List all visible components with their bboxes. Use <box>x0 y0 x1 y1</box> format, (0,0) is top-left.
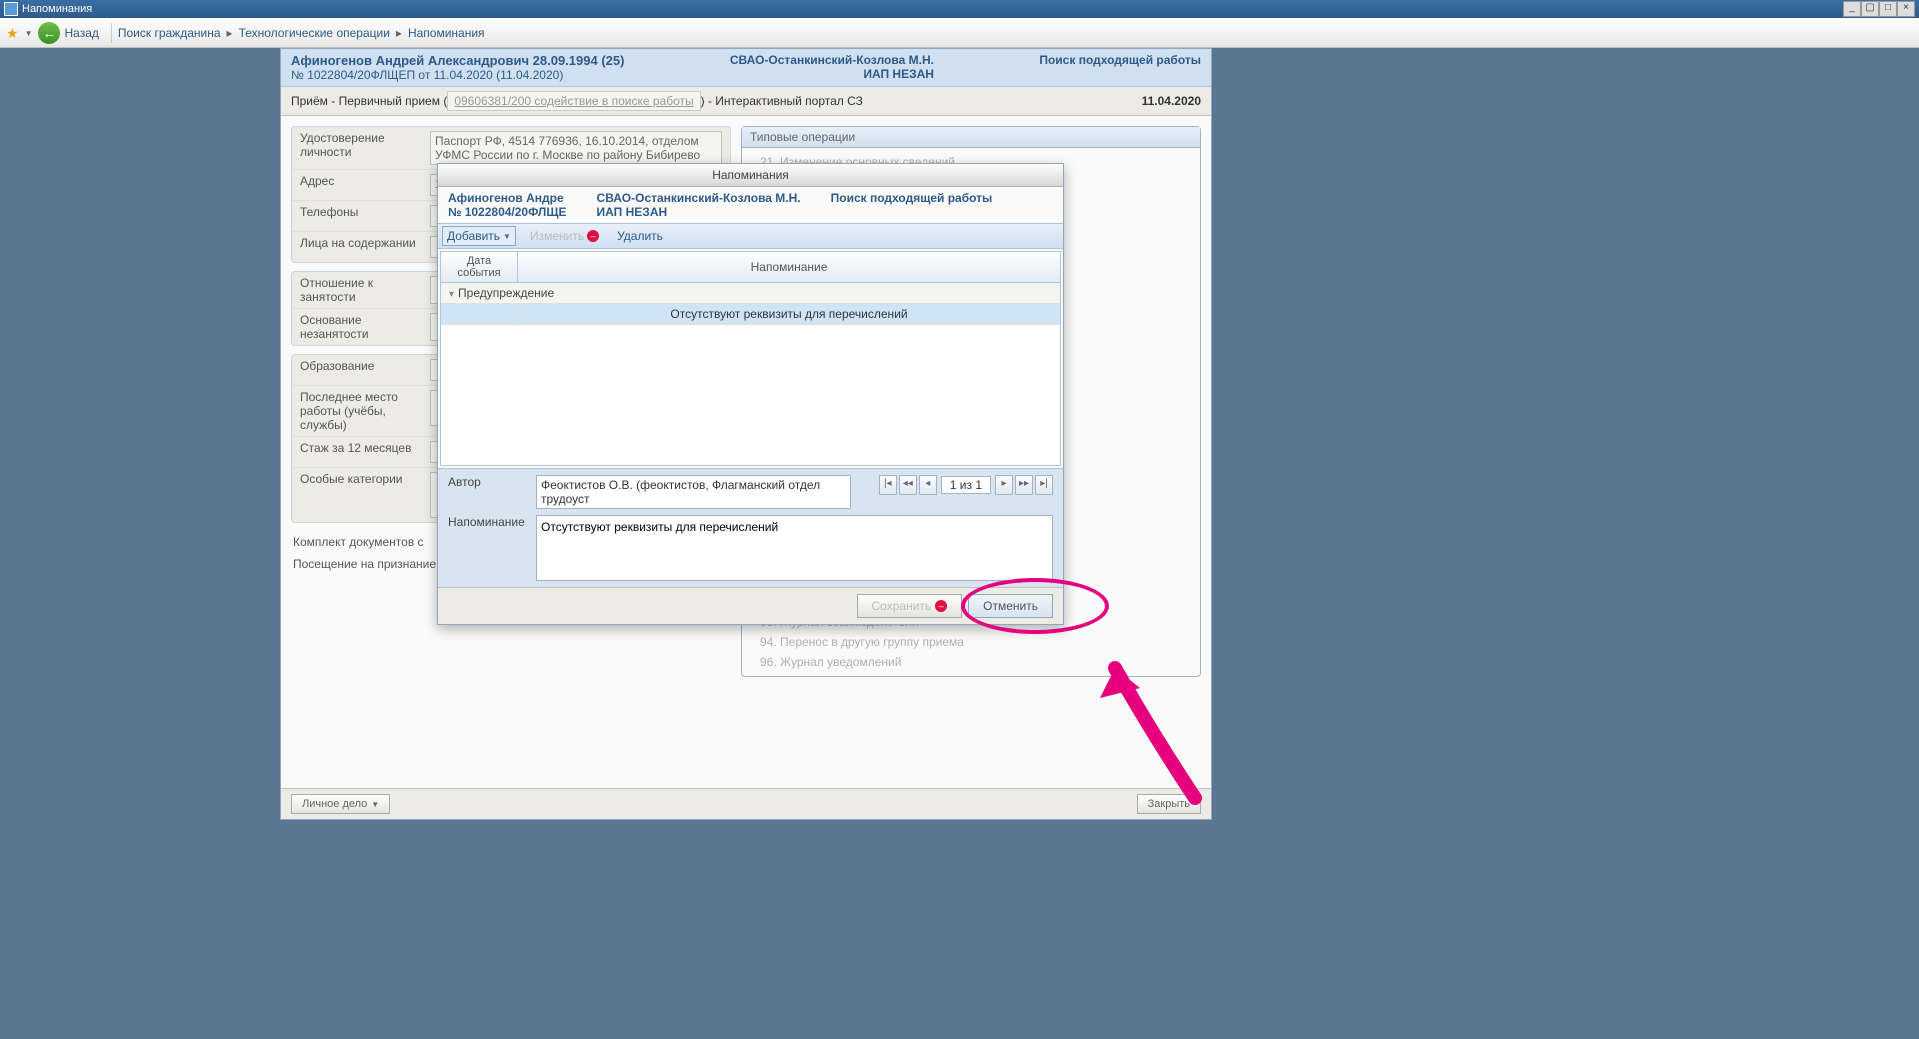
author-label: Автор <box>448 475 528 489</box>
table-row[interactable]: Отсутствуют реквизиты для перечислений <box>441 304 1060 325</box>
app-icon <box>4 2 18 16</box>
maximize-icon[interactable]: □ <box>1879 1 1897 17</box>
personal-file-button[interactable]: Личное дело▼ <box>291 794 390 814</box>
chevron-right-icon: ▸ <box>396 26 402 40</box>
edit-button[interactable]: Изменить– <box>526 227 603 245</box>
reception-suffix: ) - Интерактивный портал СЗ <box>701 94 863 108</box>
cancel-icon: – <box>587 230 599 242</box>
back-button[interactable]: ← Назад <box>38 22 98 44</box>
chevron-down-icon: ▾ <box>449 289 454 300</box>
window-title: Напоминания <box>22 3 92 15</box>
ops-item[interactable]: 96. Журнал уведомлений <box>742 652 1200 672</box>
dept-label: СВАО-Останкинский-Козлова М.Н. <box>730 53 934 67</box>
restore-icon[interactable]: ▢ <box>1861 1 1879 17</box>
dialog-title: Напоминания <box>438 164 1063 187</box>
reception-link[interactable]: 09606381/200 содействие в поиске работы <box>447 91 700 111</box>
person-name: Афиногенов Андрей Александрович 28.09.19… <box>291 53 624 68</box>
crumb-reminders[interactable]: Напоминания <box>408 26 485 40</box>
pager-prev-icon[interactable]: ◂ <box>919 475 937 495</box>
crumb-tech[interactable]: Технологические операции <box>239 26 390 40</box>
pager-text: 1 из 1 <box>941 476 991 494</box>
favorite-icon[interactable]: ★ <box>6 25 19 42</box>
address-label: Адрес <box>300 174 430 196</box>
reception-date: 11.04.2020 <box>1142 94 1201 108</box>
delete-button[interactable]: Удалить <box>613 227 667 245</box>
pager-last-icon[interactable]: ▸| <box>1035 475 1053 495</box>
reception-label: Приём - Первичный прием ( <box>291 94 447 108</box>
cancel-button[interactable]: Отменить <box>968 594 1053 618</box>
exp-label: Стаж за 12 месяцев <box>300 441 430 463</box>
minimize-icon[interactable]: _ <box>1843 1 1861 17</box>
person-number: № 1022804/20ФЛЩЕП от 11.04.2020 (11.04.2… <box>291 68 624 82</box>
pager-next-fast-icon[interactable]: ▸▸ <box>1015 475 1033 495</box>
education-label: Образование <box>300 359 430 381</box>
pager-prev-fast-icon[interactable]: ◂◂ <box>899 475 917 495</box>
back-arrow-icon: ← <box>38 22 60 44</box>
pager-next-icon[interactable]: ▸ <box>995 475 1013 495</box>
id-doc-label: Удостоверение личности <box>300 131 430 165</box>
reminder-textarea[interactable]: Отсутствуют реквизиты для перечислений <box>536 515 1053 581</box>
close-button[interactable]: Закрыть <box>1137 794 1201 814</box>
group-row[interactable]: ▾Предупреждение <box>441 283 1060 304</box>
col-date: Дата события <box>441 252 518 282</box>
close-icon[interactable]: × <box>1897 1 1915 17</box>
pager-first-icon[interactable]: |◂ <box>879 475 897 495</box>
lastjob-label: Последнее место работы (учёбы, службы) <box>300 390 430 432</box>
employment-label: Отношение к занятости <box>300 276 430 304</box>
unemp-label: Основание незанятости <box>300 313 430 341</box>
ops-title: Типовые операции <box>742 127 1200 148</box>
save-button[interactable]: Сохранить– <box>857 594 963 618</box>
modal-dept: СВАО-Останкинский-Козлова М.Н. <box>597 191 801 205</box>
crumb-search[interactable]: Поиск гражданина <box>118 26 221 40</box>
modal-person-num: № 1022804/20ФЛЩЕ <box>448 205 567 219</box>
modal-status: ИАП НЕЗАН <box>597 205 801 219</box>
id-doc-value: Паспорт РФ, 4514 776936, 16.10.2014, отд… <box>430 131 722 165</box>
dropdown-icon[interactable]: ▼ <box>25 29 33 38</box>
cat-label: Особые категории <box>300 472 430 518</box>
dependents-label: Лица на содержании <box>300 236 430 258</box>
author-field[interactable]: Феоктистов О.В. (феоктистов, Флагманский… <box>536 475 851 509</box>
cancel-icon: – <box>935 600 947 612</box>
search-type: Поиск подходящей работы <box>1039 53 1201 82</box>
phones-label: Телефоны <box>300 205 430 227</box>
col-reminder: Напоминание <box>518 252 1060 282</box>
breadcrumb: Поиск гражданина ▸ Технологические опера… <box>111 23 485 43</box>
modal-search: Поиск подходящей работы <box>831 191 993 205</box>
modal-person-name: Афиногенов Андре <box>448 191 567 205</box>
ops-item[interactable]: 94. Перенос в другую группу приема <box>742 632 1200 652</box>
status-label: ИАП НЕЗАН <box>730 67 934 81</box>
chevron-right-icon: ▸ <box>227 26 233 40</box>
reminders-dialog: Напоминания Афиногенов Андре № 1022804/2… <box>437 163 1064 625</box>
add-button[interactable]: Добавить ▼ <box>442 226 516 246</box>
reminder-label: Напоминание <box>448 515 528 529</box>
